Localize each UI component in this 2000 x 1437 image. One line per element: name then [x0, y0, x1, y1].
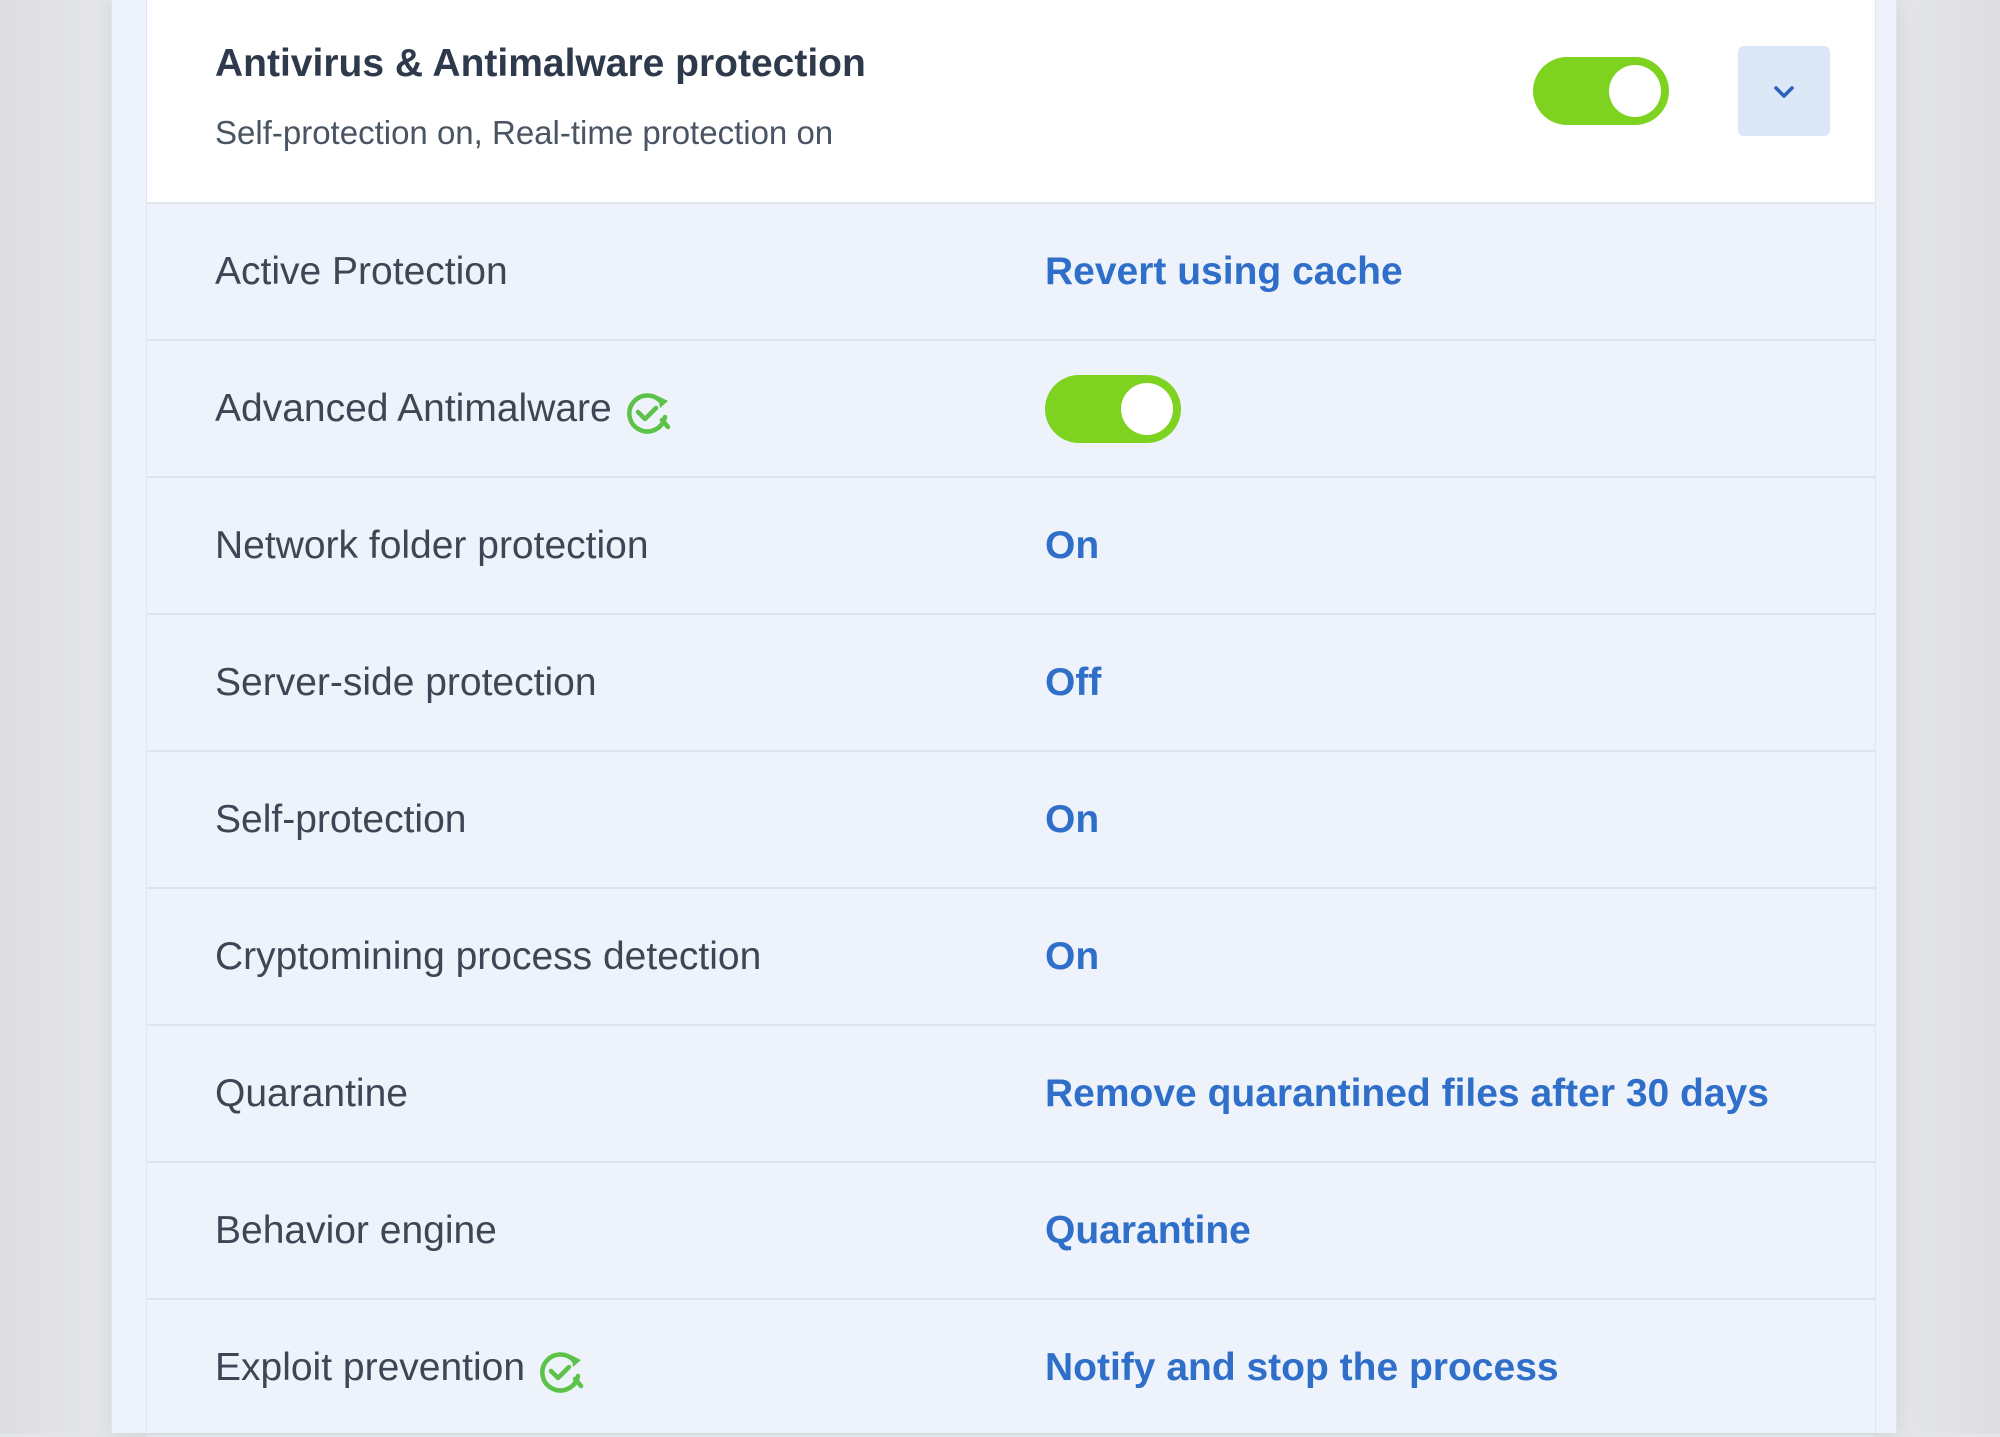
- setting-value-link[interactable]: Quarantine: [1045, 1209, 1251, 1253]
- setting-row-advanced-antimalware: Advanced Antimalware: [147, 341, 1875, 478]
- setting-label: Quarantine: [215, 1072, 408, 1116]
- setting-row-cryptomining-detection: Cryptomining process detection On: [147, 889, 1875, 1026]
- protection-settings-panel: Antivirus & Antimalware protection Self-…: [111, 0, 1897, 1437]
- refresh-check-icon: [626, 392, 670, 434]
- setting-value-link[interactable]: Notify and stop the process: [1045, 1346, 1559, 1390]
- module-subtitle: Self-protection on, Real-time protection…: [215, 114, 834, 151]
- advanced-antimalware-toggle[interactable]: [1045, 374, 1181, 443]
- setting-label-text: Server-side protection: [215, 660, 597, 704]
- setting-label-text: Active Protection: [215, 249, 508, 293]
- settings-list: Active Protection Revert using cache Adv…: [147, 204, 1875, 1437]
- setting-value-link[interactable]: On: [1045, 524, 1099, 568]
- setting-value-link[interactable]: On: [1045, 798, 1099, 842]
- chevron-down-icon: [1774, 86, 1794, 98]
- setting-label: Advanced Antimalware: [215, 384, 672, 434]
- setting-label: Active Protection: [215, 250, 508, 294]
- setting-label-text: Behavior engine: [215, 1208, 497, 1252]
- setting-label-text: Advanced Antimalware: [215, 386, 612, 430]
- setting-label: Cryptomining process detection: [215, 935, 761, 979]
- setting-value-link[interactable]: Off: [1045, 661, 1101, 705]
- setting-value-link[interactable]: Remove quarantined files after 30 days: [1045, 1072, 1769, 1116]
- setting-label-text: Network folder protection: [215, 523, 649, 567]
- setting-label-text: Exploit prevention: [215, 1345, 526, 1389]
- setting-row-active-protection: Active Protection Revert using cache: [147, 204, 1875, 341]
- setting-label: Behavior engine: [215, 1209, 497, 1253]
- setting-label-text: Cryptomining process detection: [215, 934, 762, 978]
- toggle-knob: [1609, 65, 1661, 117]
- module-title: Antivirus & Antimalware protection: [215, 42, 866, 85]
- setting-row-server-side-protection: Server-side protection Off: [147, 615, 1875, 752]
- setting-row-quarantine: Quarantine Remove quarantined files afte…: [147, 1026, 1875, 1163]
- setting-row-self-protection: Self-protection On: [147, 752, 1875, 889]
- setting-row-network-folder-protection: Network folder protection On: [147, 478, 1875, 615]
- module-enable-toggle[interactable]: [1533, 57, 1669, 125]
- refresh-check-icon: [540, 1351, 584, 1393]
- protection-module-card: Antivirus & Antimalware protection Self-…: [146, 0, 1876, 1437]
- setting-row-exploit-prevention: Exploit prevention Notify and stop the p…: [147, 1300, 1875, 1437]
- setting-value-link[interactable]: On: [1045, 935, 1099, 979]
- setting-label: Self-protection: [215, 798, 466, 842]
- toggle-knob: [1121, 382, 1173, 435]
- setting-label: Server-side protection: [215, 661, 597, 705]
- expand-collapse-button[interactable]: [1738, 46, 1830, 136]
- setting-label: Exploit prevention: [215, 1343, 585, 1393]
- module-header[interactable]: Antivirus & Antimalware protection Self-…: [147, 0, 1875, 204]
- setting-label-text: Quarantine: [215, 1071, 408, 1115]
- setting-value-link[interactable]: Revert using cache: [1045, 250, 1403, 294]
- setting-label-text: Self-protection: [215, 797, 467, 841]
- setting-row-behavior-engine: Behavior engine Quarantine: [147, 1163, 1875, 1300]
- setting-label: Network folder protection: [215, 524, 649, 568]
